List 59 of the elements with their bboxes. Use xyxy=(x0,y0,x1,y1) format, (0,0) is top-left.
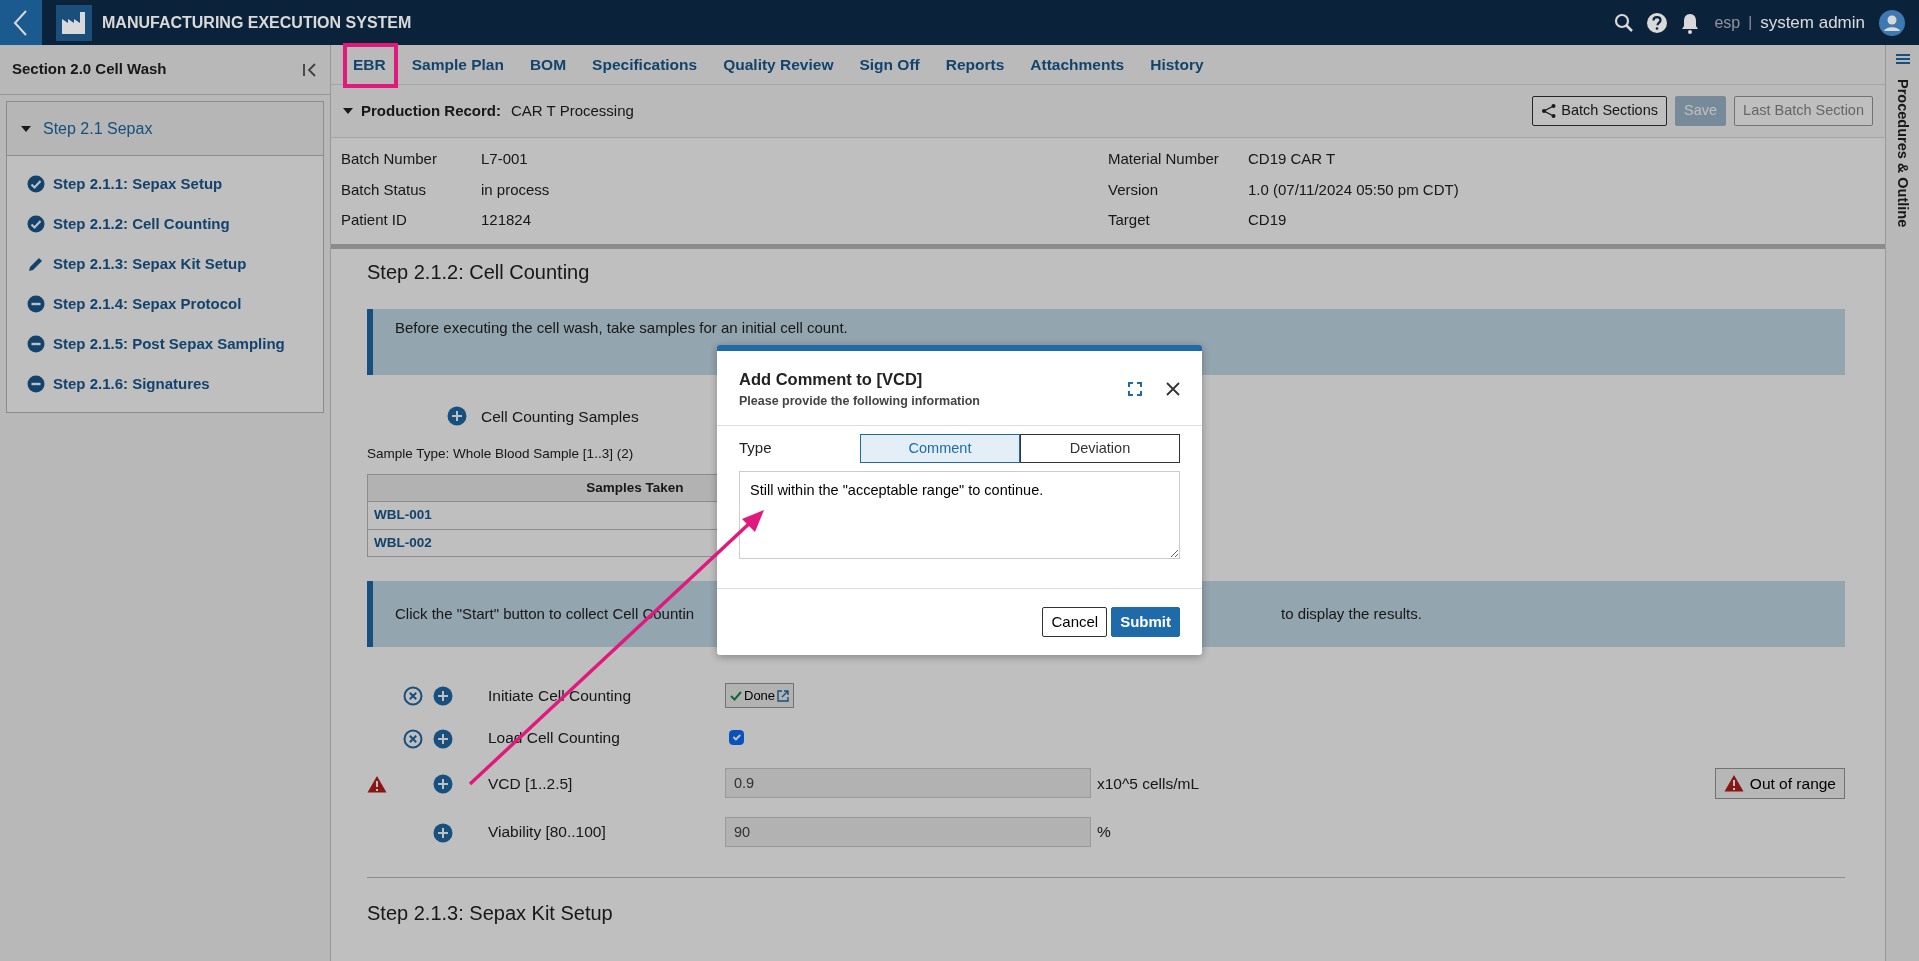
batch-sections-button[interactable]: Batch Sections xyxy=(1532,96,1667,126)
panel-tab[interactable]: Procedures & Outline xyxy=(1891,79,1914,228)
number-field[interactable]: 0.9 xyxy=(725,768,1091,799)
tab[interactable]: Quality Review xyxy=(711,46,844,83)
sidebar-group-link[interactable]: Step 2.1 Sepax xyxy=(43,116,153,141)
dialog-title: Add Comment to [VCD] xyxy=(739,369,924,390)
user-name: system admin xyxy=(1760,11,1865,34)
tab[interactable]: Attachments xyxy=(1018,46,1135,83)
type-toggle[interactable]: Deviation xyxy=(1020,433,1180,464)
note-text: to display the results. xyxy=(1281,603,1422,624)
info-label: Material Number xyxy=(1108,149,1220,169)
tab[interactable]: Sign Off xyxy=(847,46,930,83)
info-label: Version xyxy=(1108,179,1160,200)
type-toggle[interactable]: Comment xyxy=(860,433,1020,464)
info-label: Patient ID xyxy=(341,210,408,230)
record-value: CAR T Processing xyxy=(511,100,634,121)
sidebar-step-link[interactable]: Step 2.1.1: Sepax Setup xyxy=(53,172,223,196)
sidebar-step-link[interactable]: Step 2.1.2: Cell Counting xyxy=(53,212,230,236)
out-of-range-button[interactable]: Out of range xyxy=(1714,767,1845,799)
info-label: Target xyxy=(1108,210,1151,230)
sidebar-title: Section 2.0 Cell Wash xyxy=(12,59,167,80)
dialog-subtitle: Please provide the following information xyxy=(739,392,981,410)
info-value: CD19 xyxy=(1248,210,1288,230)
info-value: in process xyxy=(481,179,551,200)
note-text: Before executing the cell wash, take samples for an initial cell count. xyxy=(395,317,848,338)
samples-label: Cell Counting Samples xyxy=(481,406,639,427)
info-label: Batch Number xyxy=(341,149,438,169)
sidebar-step-link[interactable]: Step 2.1.5: Post Sepax Sampling xyxy=(53,332,285,356)
app-title: MANUFACTURING EXECUTION SYSTEM xyxy=(102,12,412,33)
tab[interactable]: BOM xyxy=(517,46,577,83)
sample-type-text: Sample Type: Whole Blood Sample [1..3] (2) xyxy=(367,444,634,463)
sidebar-step-link[interactable]: Step 2.1.4: Sepax Protocol xyxy=(53,292,242,316)
comment-field[interactable]: Still within the "acceptable range" to continue. xyxy=(739,471,1180,560)
submit-button[interactable]: Submit xyxy=(1111,606,1180,638)
info-value: 1.0 (07/11/2024 05:50 pm CDT) xyxy=(1248,179,1460,200)
tab[interactable]: Specifications xyxy=(580,46,708,83)
field-label: Viability [80..100] xyxy=(488,822,607,843)
cancel-button[interactable]: Cancel xyxy=(1042,606,1108,638)
info-value: 121824 xyxy=(481,210,533,230)
field-label: VCD [1..2.5] xyxy=(488,773,574,794)
step-title: Step 2.1.3: Sepax Kit Setup xyxy=(367,900,614,926)
sidebar-step-link[interactable]: Step 2.1.3: Sepax Kit Setup xyxy=(53,252,247,276)
language-label: esp xyxy=(1714,12,1741,33)
unit-label: x10^5 cells/mL xyxy=(1097,773,1200,794)
step-title: Step 2.1.2: Cell Counting xyxy=(367,259,591,285)
tab[interactable]: EBR xyxy=(341,46,396,83)
info-value: CD19 CAR T xyxy=(1248,149,1337,169)
number-field[interactable]: 90 xyxy=(725,816,1091,847)
type-label: Type xyxy=(739,438,772,459)
tab[interactable]: Reports xyxy=(933,46,1015,83)
separator: | xyxy=(1748,12,1753,33)
info-label: Batch Status xyxy=(341,179,428,200)
sidebar-step-link[interactable]: Step 2.1.6: Signatures xyxy=(53,372,210,396)
info-value: L7-001 xyxy=(481,149,529,169)
done-button[interactable]: Done xyxy=(725,682,795,709)
unit-label: % xyxy=(1097,822,1111,843)
record-label: Production Record: xyxy=(361,100,501,121)
tab[interactable]: Sample Plan xyxy=(399,46,514,83)
tab[interactable]: History xyxy=(1138,46,1214,83)
